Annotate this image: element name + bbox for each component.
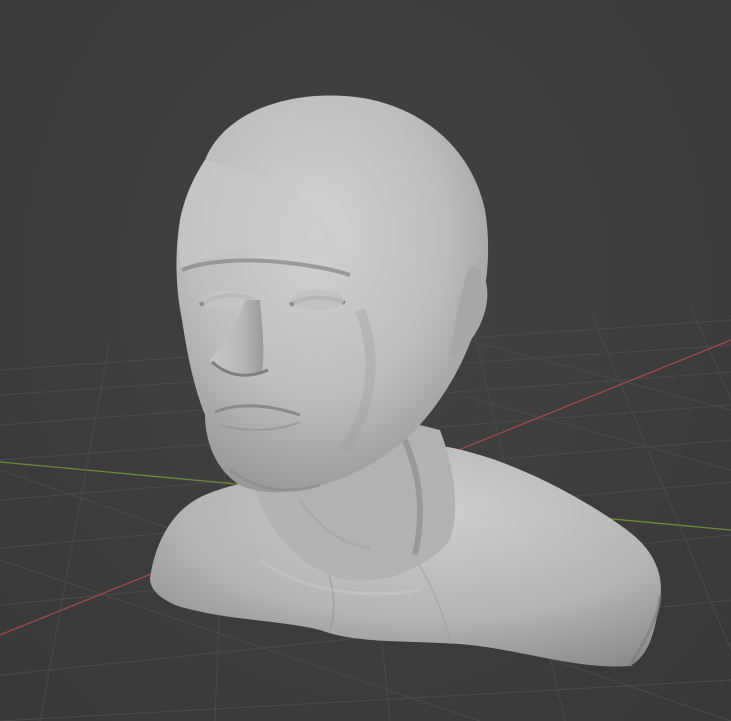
3d-viewport[interactable] bbox=[0, 0, 731, 721]
head-mesh[interactable] bbox=[176, 95, 489, 493]
viewport-scene[interactable] bbox=[0, 0, 731, 721]
